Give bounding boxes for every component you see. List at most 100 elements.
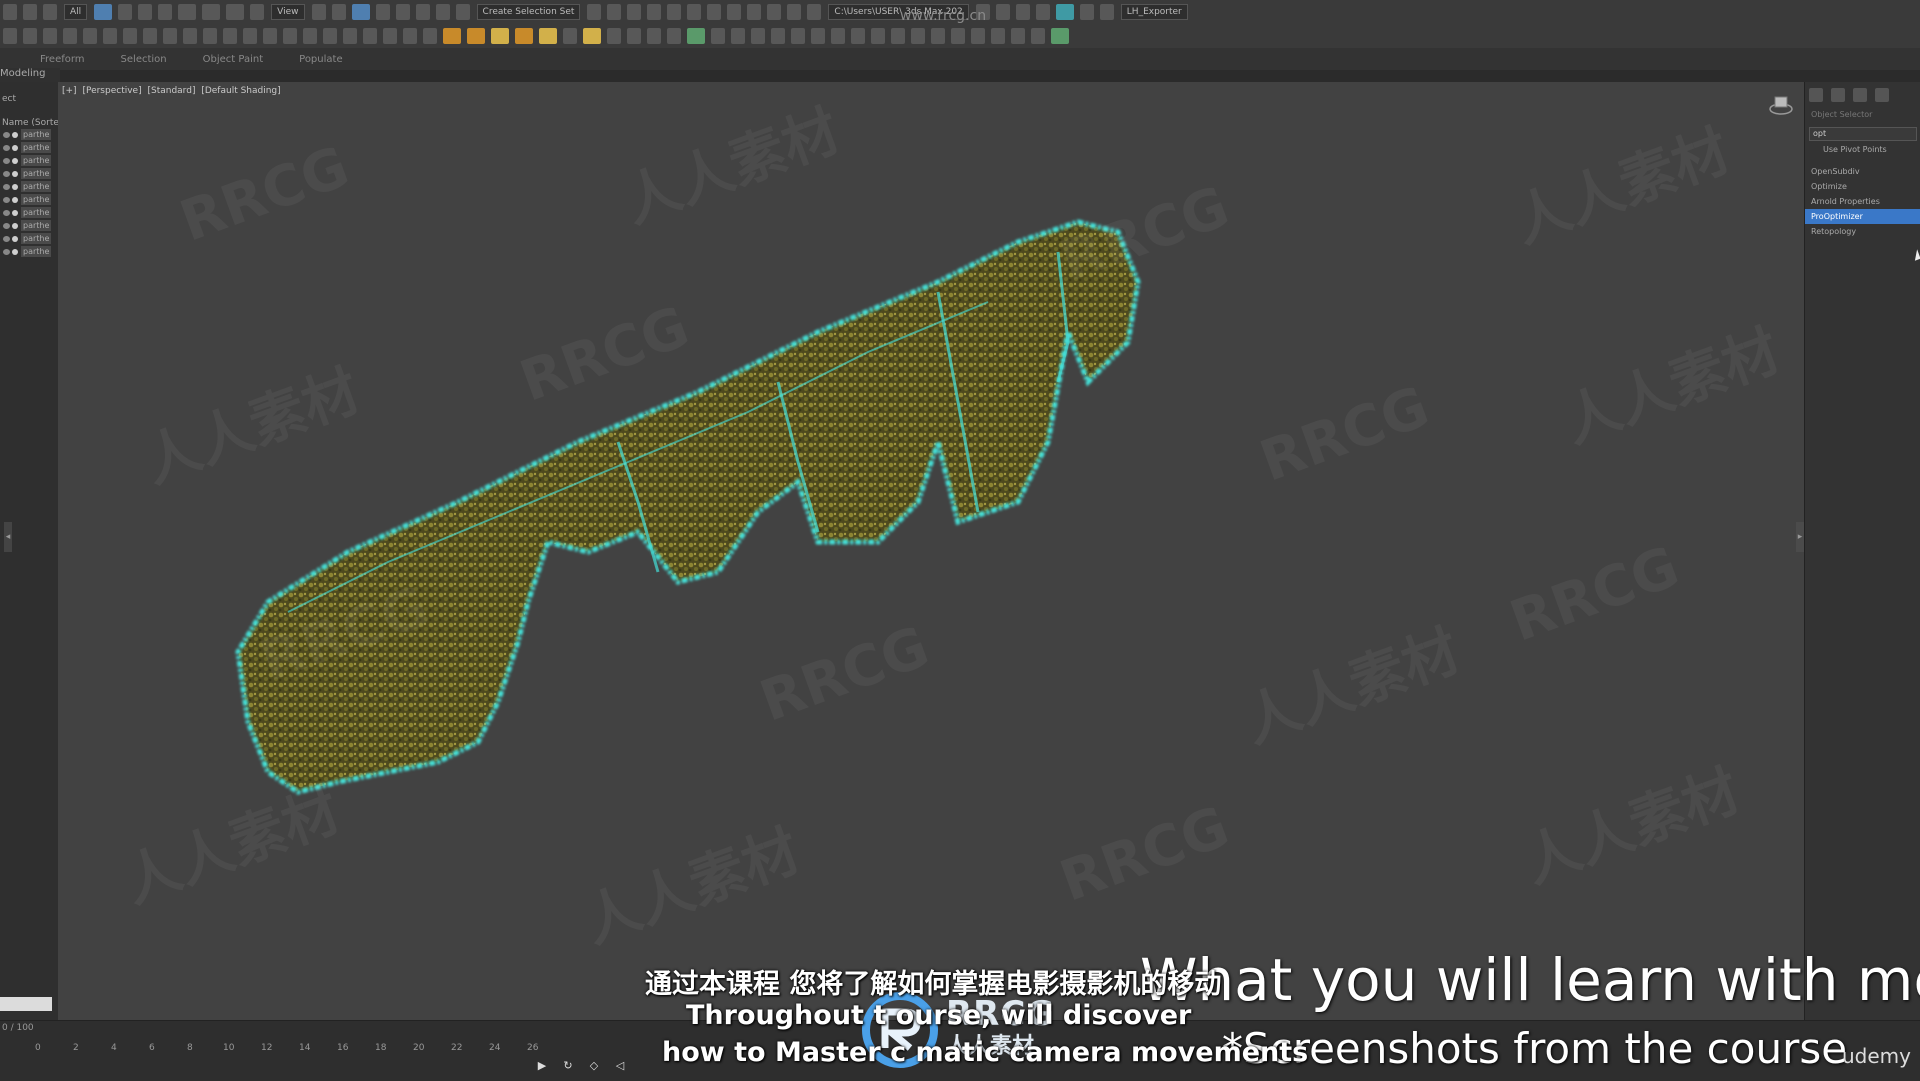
scale-icon[interactable] [226, 4, 245, 20]
edit-named-selection-icon[interactable] [455, 4, 470, 20]
viewport-plus-menu[interactable]: [+] [62, 86, 77, 96]
tool-icon-e[interactable] [971, 28, 985, 44]
collapse-right-arrow-icon[interactable]: ▸ [1796, 522, 1804, 552]
help-icon[interactable] [1079, 4, 1094, 20]
snap-3d-icon[interactable] [375, 4, 390, 20]
viewcube-icon[interactable] [1768, 92, 1794, 118]
cone-icon[interactable] [243, 28, 257, 44]
schematic-view-icon[interactable] [687, 4, 702, 20]
display-icon[interactable] [103, 28, 117, 44]
sun-icon[interactable] [491, 28, 509, 44]
free-camera-icon[interactable] [647, 28, 661, 44]
sun-positioner-icon[interactable] [583, 28, 601, 44]
motion-icon[interactable] [83, 28, 97, 44]
viewport-standard-menu[interactable]: [Standard] [147, 86, 195, 96]
spinner-snap-icon[interactable] [435, 4, 450, 20]
audio-icon[interactable]: ◁ [613, 1059, 627, 1073]
scene-item[interactable]: parthe [0, 219, 58, 232]
scene-item[interactable]: parthe [0, 128, 58, 141]
helix-icon[interactable] [423, 28, 437, 44]
select-object-icon[interactable] [94, 4, 113, 20]
scene-item[interactable]: parthe [0, 193, 58, 206]
visibility-eye-icon[interactable] [3, 170, 10, 177]
rotate-icon[interactable] [202, 4, 221, 20]
visibility-eye-icon[interactable] [3, 248, 10, 255]
online-render-icon[interactable] [807, 4, 822, 20]
place-icon[interactable] [250, 4, 265, 20]
reference-coord-dropdown[interactable]: View [271, 4, 305, 20]
perspective-viewport[interactable]: [+] [Perspective] [Standard] [Default Sh… [58, 82, 1804, 1020]
scene-explorer-bottom-bar[interactable] [0, 997, 52, 1011]
settings-gear-icon[interactable] [3, 28, 17, 44]
helper-icon[interactable] [667, 28, 681, 44]
unlink-icon[interactable] [23, 4, 37, 20]
selection-filter-dropdown[interactable]: All [64, 4, 88, 20]
ribbon-tab-selection[interactable]: Selection [121, 54, 167, 65]
spot-light-icon[interactable] [467, 28, 485, 44]
project-save-icon[interactable] [1015, 4, 1030, 20]
render-setup-icon[interactable] [727, 4, 742, 20]
tool-icon-h[interactable] [1031, 28, 1045, 44]
spacewarp-icon[interactable] [687, 28, 705, 44]
scene-item[interactable]: parthe [0, 167, 58, 180]
scene-item[interactable]: parthe [0, 141, 58, 154]
key-mode-icon[interactable]: ◇ [587, 1059, 601, 1073]
modify-icon[interactable] [43, 28, 57, 44]
pyramid-icon[interactable] [323, 28, 337, 44]
create-icon[interactable] [23, 28, 37, 44]
omni-light-icon[interactable] [443, 28, 461, 44]
move-icon[interactable] [178, 4, 197, 20]
sphere-icon[interactable] [163, 28, 177, 44]
arnold-icon[interactable] [831, 28, 845, 44]
layer-explorer-icon[interactable] [627, 4, 642, 20]
loop-icon[interactable]: ↻ [561, 1059, 575, 1073]
tool-icon-f[interactable] [991, 28, 1005, 44]
arc-shape-icon[interactable] [403, 28, 417, 44]
mirror-icon[interactable] [587, 4, 602, 20]
visibility-eye-icon[interactable] [3, 131, 10, 138]
modifier-search-input[interactable]: opt [1809, 127, 1917, 141]
ribbon-tab-freeform[interactable]: Freeform [40, 54, 85, 65]
modifier-list-item-selected[interactable]: ProOptimizer [1805, 209, 1920, 224]
box-icon[interactable] [143, 28, 157, 44]
teapot-icon[interactable] [223, 28, 237, 44]
link-icon[interactable] [3, 4, 17, 20]
hierarchy-tab-icon[interactable] [1853, 88, 1867, 102]
align-icon[interactable] [607, 4, 622, 20]
window-crossing-icon[interactable] [158, 4, 173, 20]
tool-icon-b[interactable] [911, 28, 925, 44]
tube-icon[interactable] [303, 28, 317, 44]
utilities-icon[interactable] [123, 28, 137, 44]
visibility-eye-icon[interactable] [3, 196, 10, 203]
timeline-ruler[interactable]: 0 2 4 6 8 10 12 14 16 18 20 22 24 26 [0, 1043, 560, 1061]
modifier-list-item[interactable]: OpenSubdiv [1805, 164, 1920, 179]
tool-icon-i[interactable] [1051, 28, 1069, 44]
chaos-icon[interactable] [791, 28, 805, 44]
modifier-list-item[interactable]: Optimize [1805, 179, 1920, 194]
selection-set-dropdown[interactable]: Create Selection Set [476, 4, 581, 20]
viewport-label-menu[interactable]: [+] [Perspective] [Standard] [Default Sh… [62, 86, 284, 96]
scene-item[interactable]: parthe [0, 154, 58, 167]
viewport-shading-menu[interactable]: [Default Shading] [201, 86, 280, 96]
render-frame-icon[interactable] [747, 4, 762, 20]
visibility-eye-icon[interactable] [3, 183, 10, 190]
time-slider-label[interactable]: 0 / 100 [2, 1023, 34, 1033]
vray-icon[interactable] [851, 28, 865, 44]
ribbon-tab-object-paint[interactable]: Object Paint [203, 54, 264, 65]
photometric-light-icon[interactable] [563, 28, 577, 44]
angle-snap-icon[interactable] [395, 4, 410, 20]
scene-explorer-sort-header[interactable]: Name (Sorted A [0, 104, 58, 128]
ribbon-mode-label[interactable]: Modeling [0, 68, 60, 82]
circle-shape-icon[interactable] [383, 28, 397, 44]
modifier-list-item[interactable]: Retopology [1805, 224, 1920, 239]
target-camera-icon[interactable] [627, 28, 641, 44]
scene-item[interactable]: parthe [0, 245, 58, 258]
tool-icon-a[interactable] [891, 28, 905, 44]
physical-camera-icon[interactable] [607, 28, 621, 44]
collapse-left-arrow-icon[interactable]: ◂ [4, 522, 12, 552]
display-tab-icon[interactable] [1875, 88, 1889, 102]
torus-icon[interactable] [203, 28, 217, 44]
tool-icon-c[interactable] [931, 28, 945, 44]
visibility-eye-icon[interactable] [3, 222, 10, 229]
pivot-icon[interactable] [311, 4, 326, 20]
